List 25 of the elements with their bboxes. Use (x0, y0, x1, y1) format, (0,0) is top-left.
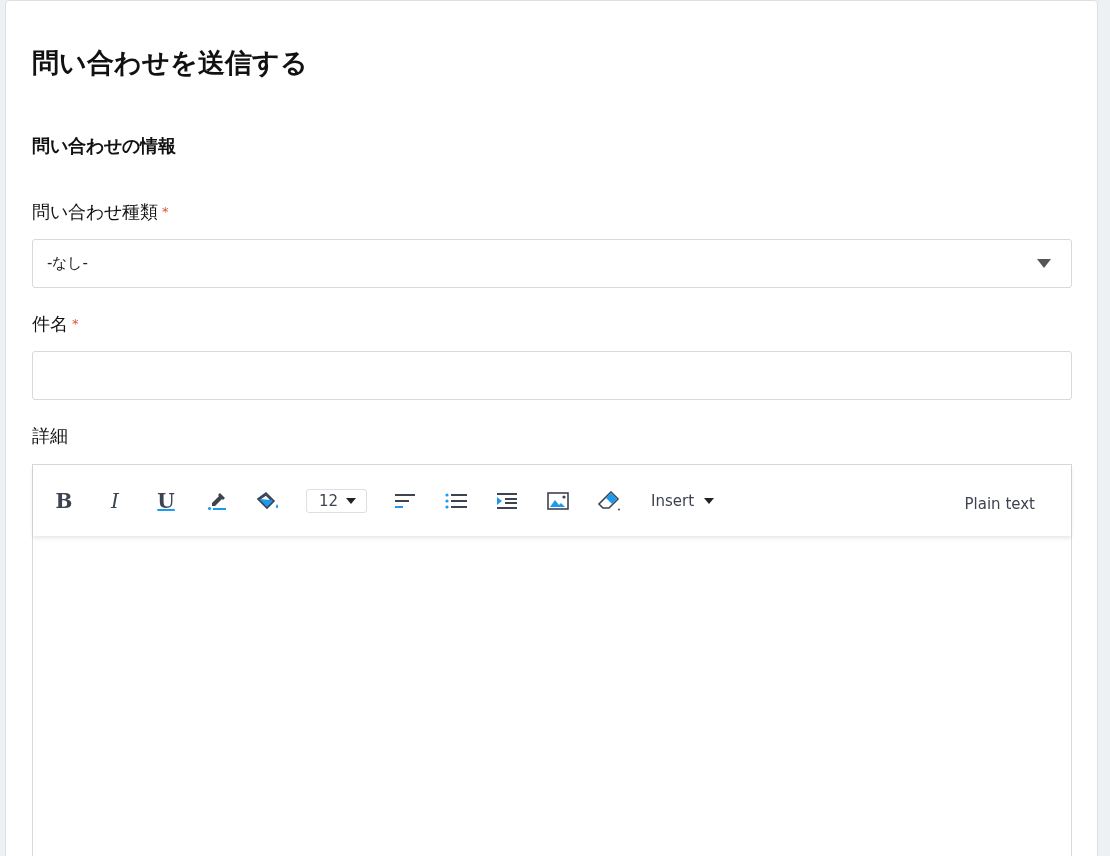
field-label: 問い合わせ種類 (32, 200, 158, 224)
underline-button[interactable]: U (153, 485, 179, 516)
select-field[interactable]: -なし- (32, 239, 1072, 288)
dropdown-caret-icon (1037, 259, 1051, 268)
field-label: 件名 (32, 312, 68, 336)
plain-text-toggle[interactable]: Plain text (964, 485, 1035, 516)
image-icon (547, 491, 570, 510)
align-left-icon (395, 492, 416, 509)
caret-icon (704, 497, 715, 504)
caret-icon (346, 497, 357, 504)
required-mark: * (162, 203, 169, 221)
indent-icon (497, 492, 518, 509)
eraser-icon (597, 490, 622, 511)
field-label: 詳細 (32, 424, 68, 448)
bullet-list-icon (445, 492, 468, 509)
bold-button[interactable]: B (51, 485, 77, 516)
eyedropper-icon (207, 490, 227, 511)
paint-bucket-icon (256, 490, 280, 511)
italic-button[interactable]: I (102, 485, 128, 516)
section-heading: 問い合わせの情報 (32, 134, 177, 158)
required-mark: * (72, 315, 79, 333)
insert-menu-button[interactable]: Insert (651, 485, 715, 516)
rich-text-editor[interactable]: B I U 12 Insert Plain text (32, 464, 1072, 856)
font-size-dropdown[interactable]: 12 (306, 488, 368, 513)
page-title: 問い合わせを送信する (32, 46, 309, 80)
